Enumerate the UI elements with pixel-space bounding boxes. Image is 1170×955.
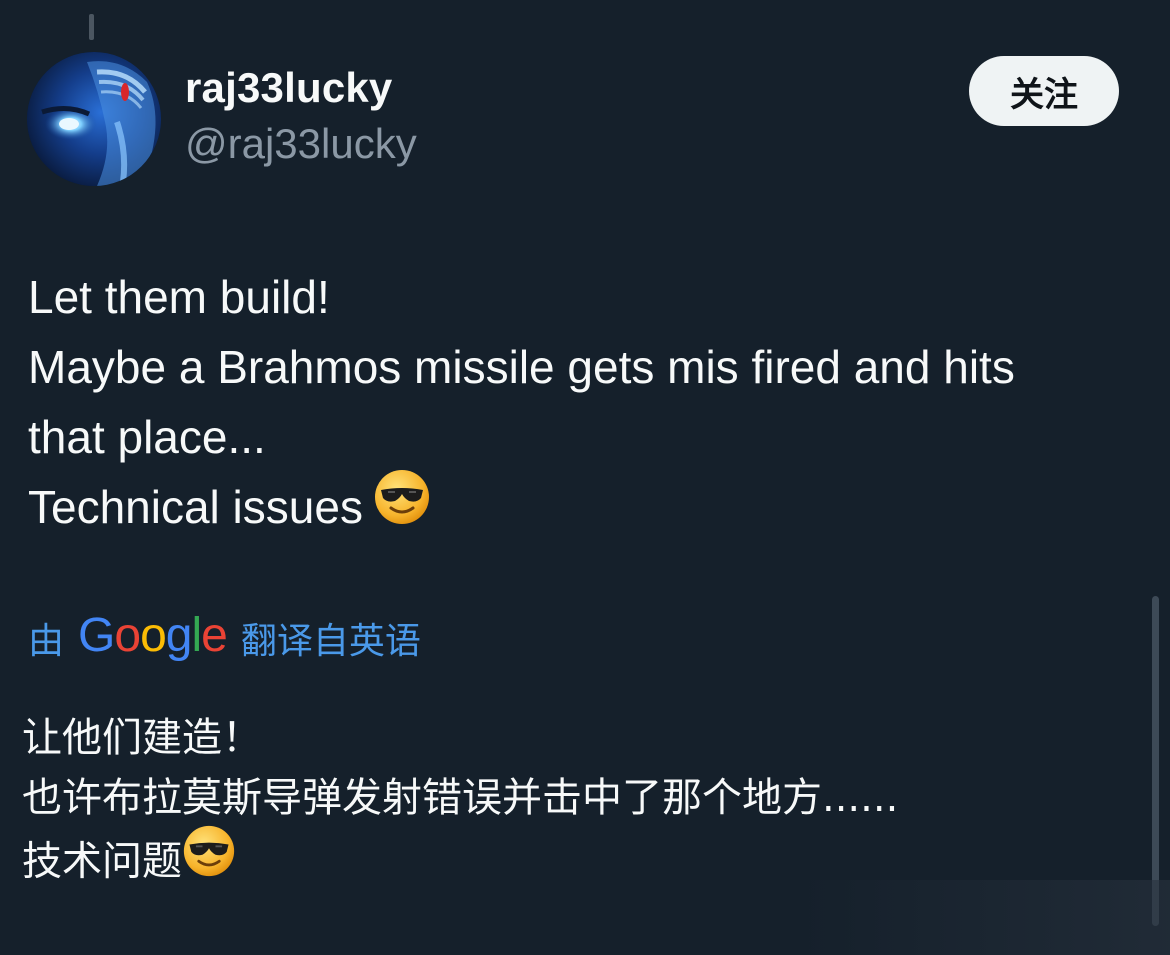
display-name[interactable]: raj33lucky: [185, 64, 393, 112]
follow-button[interactable]: 关注: [969, 56, 1119, 126]
sunglasses-emoji-icon: [373, 468, 431, 545]
bottom-fade-overlay: [800, 880, 1170, 955]
google-logo: Google: [78, 608, 228, 662]
tweet-line: that place...: [28, 411, 266, 463]
thread-connector-line: [89, 14, 94, 40]
translated-line: 让他们建造！: [22, 715, 262, 761]
tweet-line-text: Technical issues: [28, 481, 363, 533]
translation-suffix: 翻译自英语: [240, 621, 421, 662]
user-handle[interactable]: @raj33lucky: [185, 120, 417, 168]
tweet-line-last: Technical issues: [28, 470, 1138, 549]
scrollbar[interactable]: [1152, 596, 1159, 926]
translation-prefix: 由: [28, 621, 65, 662]
avatar-image: [27, 52, 161, 186]
translated-text: 让他们建造！ 也许布拉莫斯导弹发射错误并击中了那个地方...... 技术问题: [22, 708, 1142, 899]
avatar[interactable]: [27, 52, 161, 186]
tweet-line: Maybe a Brahmos missile gets mis fired a…: [28, 341, 1015, 393]
translated-line-text: 技术问题: [22, 838, 182, 885]
sunglasses-emoji-icon: [182, 824, 236, 895]
tweet-text: Let them build! Maybe a Brahmos missile …: [28, 262, 1138, 549]
translated-line: 也许布拉莫斯导弹发射错误并击中了那个地方......: [22, 775, 899, 821]
translation-attribution[interactable]: 由 Google 翻译自英语: [28, 606, 421, 670]
tweet-line: Let them build!: [28, 271, 330, 323]
